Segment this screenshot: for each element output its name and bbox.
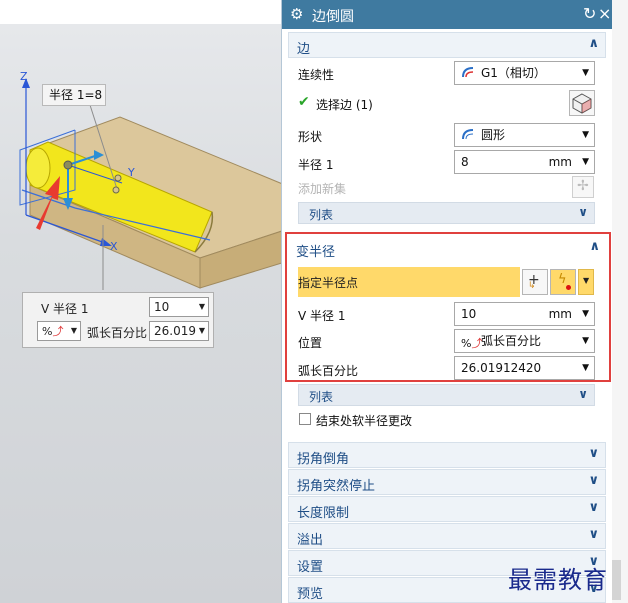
edge-list-header[interactable]: 列表 ∨ [298,202,595,224]
chevron-down-icon: ▼ [198,326,205,335]
vr-radius-select[interactable]: 10 ▼ [149,297,209,317]
chevron-down-icon: ▼ [582,157,589,167]
handle-origin-point[interactable] [63,160,73,170]
chevron-down-icon: ∨ [578,387,588,401]
section-preview-title: 预览 [297,587,324,602]
section-stop-short-title: 拐角突然停止 [297,479,376,494]
shape-select[interactable]: 圆形 ▼ [454,123,595,147]
highlight-annotation-box [285,232,611,382]
chevron-down-icon: ∨ [588,473,599,488]
vr-row-radius: V 半径 1 10 ▼ [23,297,213,319]
axis-z-label: Z [20,70,28,83]
close-icon[interactable]: × [598,4,611,23]
handle-point-y[interactable] [114,174,122,182]
reset-icon[interactable]: ↻ [583,4,596,23]
add-new-set-button[interactable]: ✢ [572,176,594,198]
shape-value: 圆形 [481,128,506,142]
edge-select-button[interactable] [569,90,595,116]
select-edge-label[interactable]: 选择边 (1) [316,96,373,113]
dialog-titlebar[interactable]: ⚙ 边倒圆 ↻ × [282,0,613,29]
vr-position-value: 26.019 [154,324,196,338]
vr-row-position: %⤴ ▼ 弧长百分比 26.019 ▼ [23,321,213,343]
add-new-set-label: 添加新集 [298,182,347,196]
edge-list-title: 列表 [309,208,334,222]
vr-position-type-select[interactable]: %⤴ ▼ [37,321,81,341]
vr-radius-value: 10 [154,300,170,314]
chevron-up-icon: ∧ [588,36,599,51]
vr-position-label: 弧长百分比 [87,326,148,340]
continuity-value: G1（相切） [481,66,546,80]
watermark: 最需教育 [508,566,608,594]
variable-radius-list-title: 列表 [309,390,334,404]
section-length-limit-header[interactable]: 长度限制 ∨ [288,496,606,522]
vr-position-select[interactable]: 26.019 ▼ [149,321,209,341]
soft-change-checkbox[interactable] [299,413,311,425]
variable-radius-list-header[interactable]: 列表 ∨ [298,384,595,406]
chevron-down-icon: ∨ [588,500,599,515]
percent-arc-icon: %⤴ [42,325,64,338]
section-stop-short-header[interactable]: 拐角突然停止 ∨ [288,469,606,495]
shape-label: 形状 [298,130,323,144]
gear-icon[interactable]: ⚙ [290,5,303,23]
dialog-title: 边倒圆 [312,9,354,25]
section-overflow-title: 溢出 [297,533,324,548]
circular-shape-icon [461,126,477,140]
section-edge-title: 边 [297,42,311,57]
radius-input[interactable]: 8 mm ▼ [454,150,595,174]
chevron-down-icon: ∨ [588,446,599,461]
handle-point-lower[interactable] [112,186,120,194]
section-overflow-header[interactable]: 溢出 ∨ [288,523,606,549]
fillet-end-cap [25,147,51,189]
axis-y-label: Y [127,166,135,179]
add-set-icon: ✢ [577,178,589,194]
cube-icon [572,93,592,114]
chevron-down-icon: ∨ [588,527,599,542]
graphics-viewport[interactable]: Z Y X 半径 1=8 V 半径 1 10 ▼ %⤴ ▼ 弧长百分比 26.0… [0,0,286,603]
chevron-down-icon: ▼ [582,130,589,140]
tangent-continuity-icon [461,64,477,78]
vr-radius-label: V 半径 1 [41,302,89,316]
variable-radius-onscreen-panel: V 半径 1 10 ▼ %⤴ ▼ 弧长百分比 26.019 ▼ [22,292,214,348]
chevron-down-icon: ∨ [578,205,588,219]
section-edge-header[interactable]: 边 ∧ [288,32,606,58]
section-length-limit-title: 长度限制 [297,506,350,521]
section-corner-setback-header[interactable]: 拐角倒角 ∨ [288,442,606,468]
radius-value: 8 [461,155,469,169]
dialog-scrollbar[interactable] [612,0,628,603]
continuity-select[interactable]: G1（相切） ▼ [454,61,595,85]
check-icon: ✔ [298,94,310,110]
radius-label: 半径 1 [298,158,334,172]
section-settings-title: 设置 [297,560,324,575]
scrollbar-thumb[interactable] [612,560,621,600]
chevron-down-icon: ▼ [582,68,589,78]
soft-change-label: 结束处软半径更改 [316,414,413,428]
chevron-down-icon: ▼ [70,326,77,335]
axis-x-label: X [110,240,118,253]
continuity-label: 连续性 [298,68,335,82]
radius-unit: mm [548,155,572,169]
chevron-down-icon: ▼ [198,302,205,311]
section-corner-setback-title: 拐角倒角 [297,452,350,467]
radius-tag[interactable]: 半径 1=8 [42,84,106,106]
